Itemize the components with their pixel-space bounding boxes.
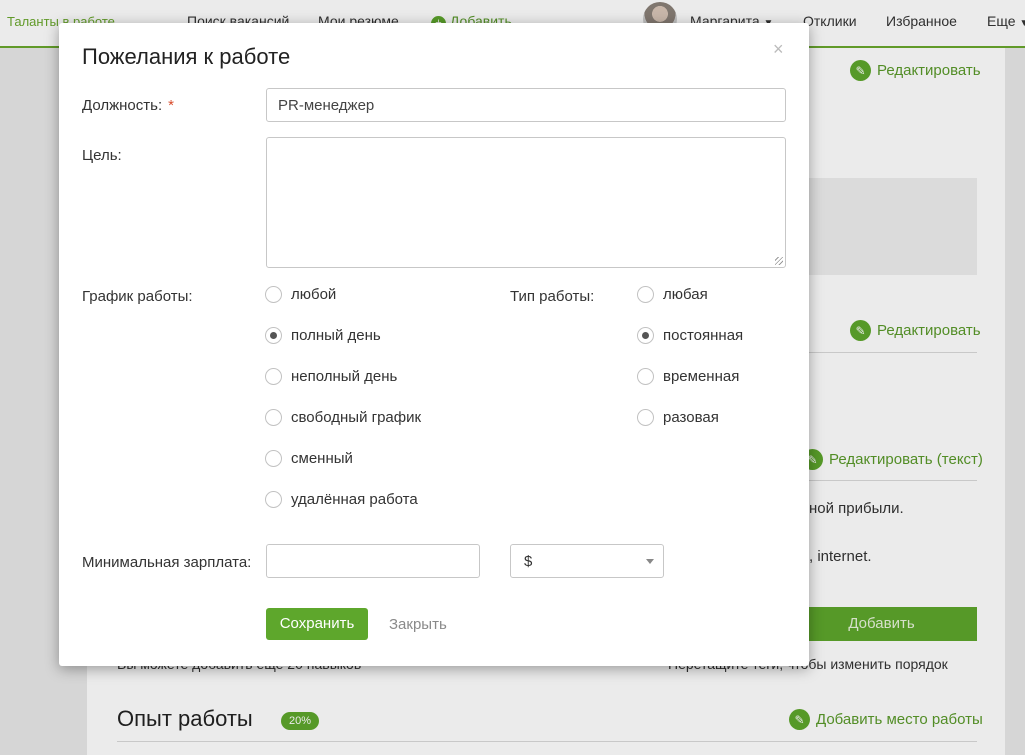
radio-label: неполный день xyxy=(291,368,398,385)
job-preferences-dialog: Пожелания к работе × Должность: * Цель: Г… xyxy=(59,23,809,666)
schedule-option-part-time[interactable]: неполный день xyxy=(265,368,397,385)
radio-icon xyxy=(637,286,654,303)
radio-label: любая xyxy=(663,286,708,303)
radio-label: временная xyxy=(663,368,740,385)
radio-icon xyxy=(265,491,282,508)
radio-label: любой xyxy=(291,286,337,303)
radio-label: полный день xyxy=(291,327,381,344)
radio-icon xyxy=(265,450,282,467)
currency-value: $ xyxy=(524,553,533,570)
close-icon[interactable]: × xyxy=(773,39,784,60)
resize-handle-icon[interactable] xyxy=(775,257,783,265)
close-button[interactable]: Закрыть xyxy=(389,616,447,633)
required-mark: * xyxy=(168,97,174,114)
schedule-option-full-day[interactable]: полный день xyxy=(265,327,381,344)
type-option-any[interactable]: любая xyxy=(637,286,708,303)
radio-label: сменный xyxy=(291,450,353,467)
schedule-option-any[interactable]: любой xyxy=(265,286,336,303)
position-label: Должность: * xyxy=(82,97,174,114)
goal-textarea[interactable] xyxy=(266,137,786,268)
radio-icon xyxy=(265,286,282,303)
dialog-title: Пожелания к работе xyxy=(82,44,291,69)
radio-checked-icon xyxy=(265,327,282,344)
goal-label: Цель: xyxy=(82,147,122,164)
radio-checked-icon xyxy=(637,327,654,344)
min-salary-input[interactable] xyxy=(266,544,480,578)
radio-icon xyxy=(637,409,654,426)
schedule-label: График работы: xyxy=(82,288,193,305)
type-option-permanent[interactable]: постоянная xyxy=(637,327,743,344)
radio-label: разовая xyxy=(663,409,719,426)
radio-icon xyxy=(265,409,282,426)
schedule-option-remote[interactable]: удалённая работа xyxy=(265,491,418,508)
schedule-option-flexible[interactable]: свободный график xyxy=(265,409,421,426)
position-input[interactable] xyxy=(266,88,786,122)
radio-label: свободный график xyxy=(291,409,422,426)
radio-icon xyxy=(265,368,282,385)
radio-label: удалённая работа xyxy=(291,491,418,508)
type-option-one-time[interactable]: разовая xyxy=(637,409,719,426)
min-salary-label: Минимальная зарплата: xyxy=(82,554,252,571)
schedule-option-shift[interactable]: сменный xyxy=(265,450,353,467)
position-label-text: Должность: xyxy=(82,97,163,114)
chevron-down-icon xyxy=(646,559,654,564)
type-option-temporary[interactable]: временная xyxy=(637,368,739,385)
radio-icon xyxy=(637,368,654,385)
currency-select[interactable]: $ xyxy=(510,544,664,578)
radio-label: постоянная xyxy=(663,327,744,344)
save-button[interactable]: Сохранить xyxy=(266,608,368,640)
work-type-label: Тип работы: xyxy=(510,288,595,305)
